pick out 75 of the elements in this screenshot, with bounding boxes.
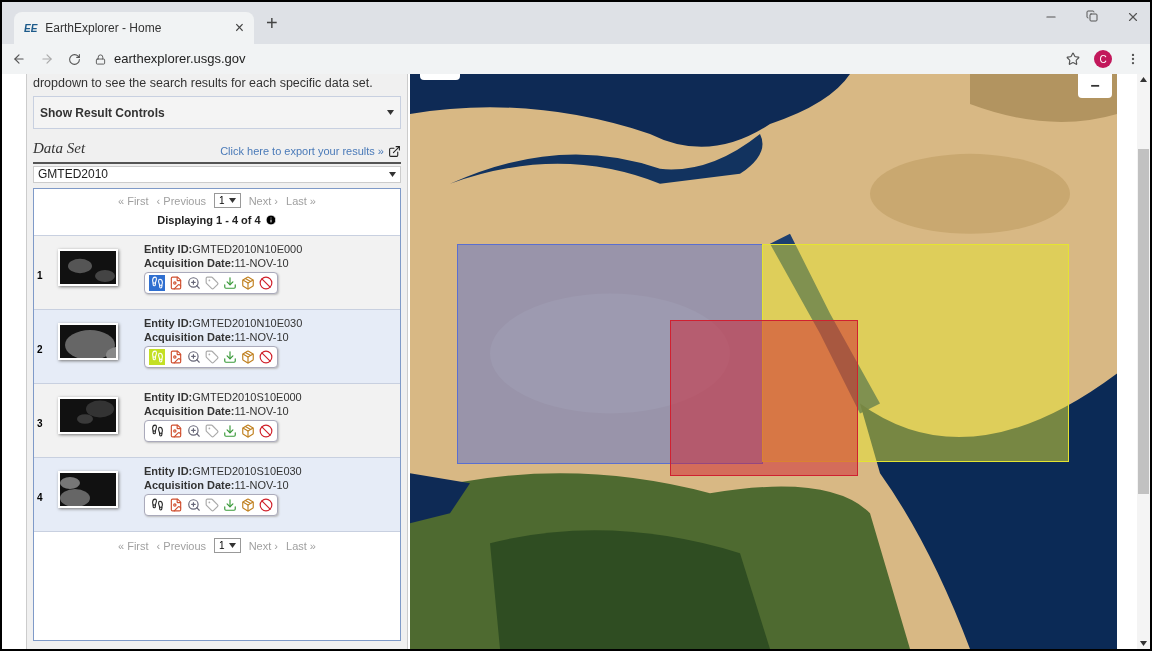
document-icon[interactable] xyxy=(169,349,183,364)
magnifier-icon[interactable] xyxy=(187,275,201,290)
data-set-label: Data Set xyxy=(33,139,86,158)
restore-icon[interactable] xyxy=(1086,10,1098,22)
footprint-icon xyxy=(150,424,164,437)
caret-icon xyxy=(389,171,396,177)
download-icon[interactable] xyxy=(223,275,237,290)
data-set-select[interactable]: GMTED2010 xyxy=(33,165,401,183)
result-controls-dropdown[interactable]: Show Result Controls xyxy=(33,96,401,129)
package-icon[interactable] xyxy=(241,497,255,512)
page-select[interactable]: 1 xyxy=(214,538,241,554)
magnifier-icon[interactable] xyxy=(187,497,201,512)
zoom-out-button[interactable]: − xyxy=(1078,74,1112,98)
scrollbar-thumb[interactable] xyxy=(1138,149,1149,494)
exclude-icon[interactable] xyxy=(259,423,273,438)
scroll-up-icon xyxy=(1140,77,1147,82)
lock-icon xyxy=(95,53,106,65)
caret-icon xyxy=(228,543,236,549)
exclude-icon[interactable] xyxy=(259,275,273,290)
url-text: earthexplorer.usgs.gov xyxy=(114,50,246,69)
footprint-toggle[interactable] xyxy=(149,496,165,513)
exclude-icon[interactable] xyxy=(259,349,273,364)
map[interactable]: − xyxy=(410,74,1117,649)
magnifier-icon[interactable] xyxy=(187,423,201,438)
acquisition-date: Acquisition Date:11-NOV-10 xyxy=(144,403,290,418)
scroll-down-icon xyxy=(1140,641,1147,646)
entity-id: Entity ID:GMTED2010S10E030 xyxy=(144,463,302,478)
back-icon[interactable] xyxy=(12,52,26,66)
document-icon[interactable] xyxy=(169,423,183,438)
document-icon[interactable] xyxy=(169,497,183,512)
reload-icon[interactable] xyxy=(68,52,81,66)
close-icon[interactable] xyxy=(1126,10,1140,24)
row-number: 3 xyxy=(36,416,44,431)
entity-id: Entity ID:GMTED2010N10E000 xyxy=(144,241,303,256)
scrollbar[interactable] xyxy=(1137,74,1150,649)
row-number: 4 xyxy=(36,490,44,505)
info-icon[interactable] xyxy=(264,214,277,227)
tab-title: EarthExplorer - Home xyxy=(45,20,163,37)
footprint-icon xyxy=(150,498,164,511)
package-icon[interactable] xyxy=(241,275,255,290)
site-logo: EE xyxy=(24,21,38,36)
download-icon[interactable] xyxy=(223,349,237,364)
package-icon[interactable] xyxy=(241,349,255,364)
exclude-icon[interactable] xyxy=(259,497,273,512)
profile-avatar[interactable]: C xyxy=(1094,50,1112,68)
map-control[interactable] xyxy=(420,74,460,80)
footprint-icon xyxy=(150,350,164,363)
footprint-icon xyxy=(150,276,164,289)
footprint-toggle[interactable] xyxy=(149,274,165,291)
export-icon[interactable] xyxy=(388,144,401,158)
caret-icon xyxy=(228,198,236,204)
caret-icon xyxy=(387,110,394,115)
acquisition-date: Acquisition Date:11-NOV-10 xyxy=(144,255,290,270)
magnifier-icon[interactable] xyxy=(187,349,201,364)
entity-id: Entity ID:GMTED2010S10E000 xyxy=(144,389,302,404)
tab-close-button[interactable]: × xyxy=(234,16,244,40)
bookmark-star-icon[interactable] xyxy=(1066,52,1080,66)
url-field[interactable]: earthexplorer.usgs.gov xyxy=(95,46,1052,72)
acquisition-date: Acquisition Date:11-NOV-10 xyxy=(144,477,290,492)
download-icon[interactable] xyxy=(223,423,237,438)
browser-tab[interactable]: EE EarthExplorer - Home × xyxy=(14,12,254,44)
footprint-toggle[interactable] xyxy=(149,348,165,365)
footprint-toggle[interactable] xyxy=(149,422,165,439)
document-icon[interactable] xyxy=(169,275,183,290)
displaying-count: Displaying 1 - 4 of 4 xyxy=(157,213,261,228)
package-icon[interactable] xyxy=(241,423,255,438)
acquisition-date: Acquisition Date:11-NOV-10 xyxy=(144,329,290,344)
row-number: 1 xyxy=(36,268,44,283)
intro-text: dropdown to see the search results for each specific data set. xyxy=(33,75,374,91)
export-link[interactable]: Click here to export your results » xyxy=(220,143,384,160)
entity-id: Entity ID:GMTED2010N10E030 xyxy=(144,315,303,330)
row-number: 2 xyxy=(36,342,44,357)
page-select[interactable]: 1 xyxy=(214,193,241,209)
new-tab-button[interactable]: + xyxy=(266,8,278,38)
download-icon[interactable] xyxy=(223,497,237,512)
